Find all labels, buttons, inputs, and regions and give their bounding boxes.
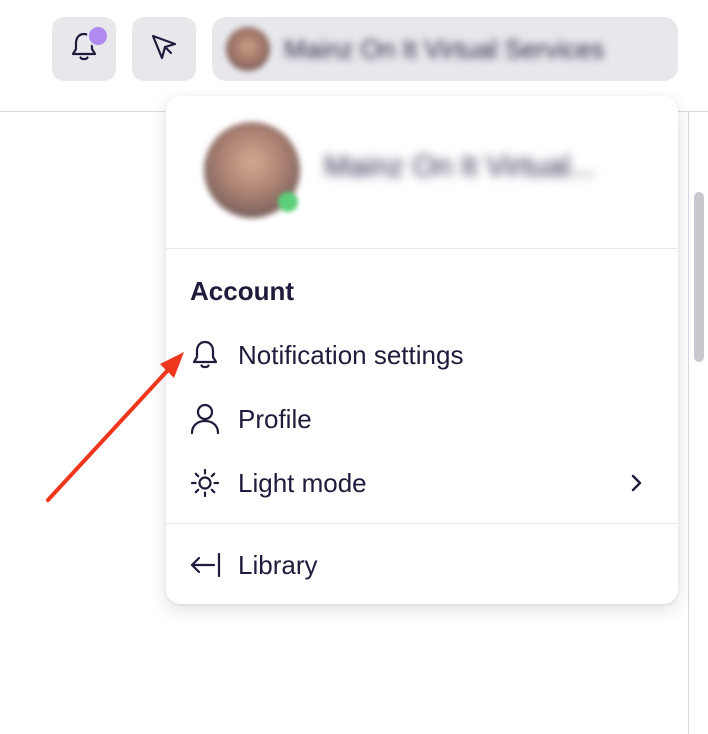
online-status-dot [278, 192, 298, 212]
notification-dot [87, 25, 109, 47]
menu-item-label: Notification settings [238, 339, 464, 370]
section-title-account: Account [190, 276, 294, 306]
notifications-button[interactable] [52, 17, 116, 81]
arrow-left-bar-icon [188, 548, 222, 582]
menu-item-notification-settings[interactable]: Notification settings [166, 327, 678, 383]
menu-item-light-mode[interactable]: Light mode [166, 455, 678, 511]
user-name: Mainz On It Virtual... [324, 150, 596, 183]
menu-item-label: Library [238, 549, 318, 580]
send-icon [149, 32, 179, 67]
menu-user-header: Mainz On It Virtual... [166, 96, 678, 249]
account-name: Mainz On It Virtual Services [284, 33, 605, 64]
scrollbar[interactable] [688, 112, 708, 734]
send-button[interactable] [132, 17, 196, 81]
scrollbar-thumb[interactable] [694, 192, 704, 362]
menu-item-library[interactable]: Library [166, 537, 678, 593]
menu-item-label: Profile [238, 403, 312, 434]
menu-item-label: Light mode [238, 467, 367, 498]
sun-icon [188, 466, 222, 500]
menu-divider [166, 523, 678, 524]
account-dropdown-menu: Mainz On It Virtual... Account Notificat… [166, 96, 678, 604]
bell-icon [188, 338, 222, 372]
account-menu-button[interactable]: Mainz On It Virtual Services [212, 17, 678, 81]
user-icon [188, 402, 222, 436]
chevron-right-icon [624, 471, 648, 495]
menu-item-profile[interactable]: Profile [166, 391, 678, 447]
avatar [226, 27, 270, 71]
page: Mainz On It Virtual Services Mainz On It… [0, 0, 708, 734]
